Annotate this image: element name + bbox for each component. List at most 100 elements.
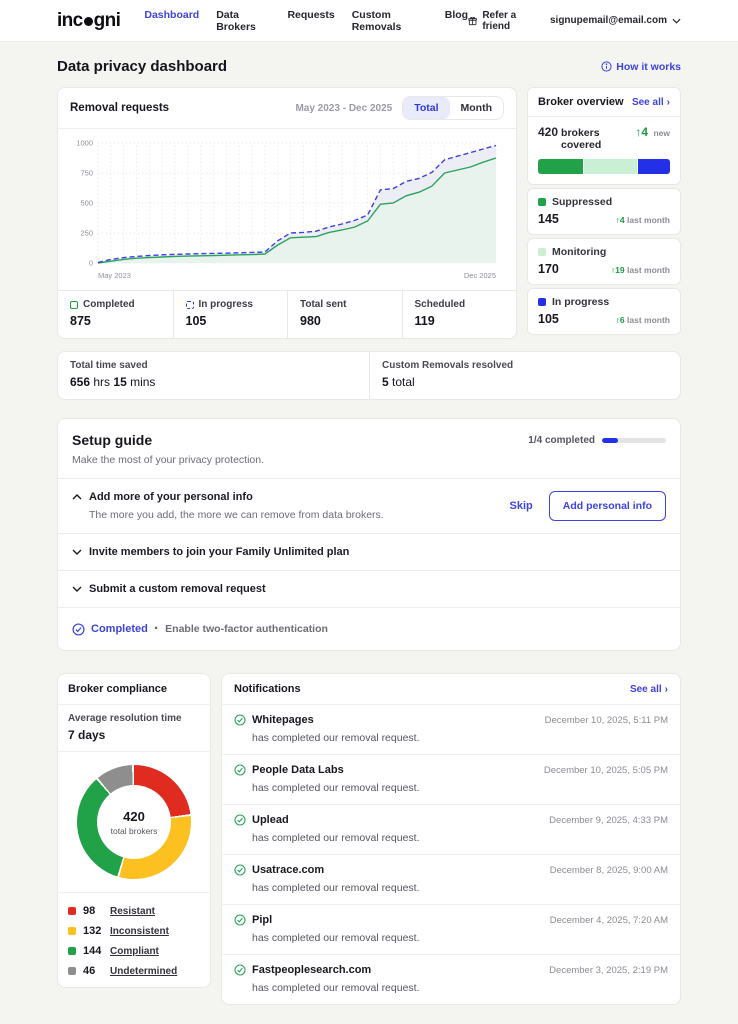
notification-row[interactable]: Usatrace.com December 8, 2025, 9:00 AM h… (222, 855, 680, 905)
stat-label: Total sent (300, 299, 346, 310)
compliant-swatch-icon (68, 947, 76, 955)
toggle-total[interactable]: Total (403, 97, 449, 119)
time-saved-hours: 656 (70, 375, 90, 389)
stat-label: In progress (199, 299, 253, 310)
skip-button[interactable]: Skip (510, 500, 533, 512)
notification-row[interactable]: People Data Labs December 10, 2025, 5:05… (222, 755, 680, 805)
setup-item-description: The more you add, the more we can remove… (89, 509, 384, 521)
refer-a-friend-label: Refer a friend (482, 10, 532, 32)
incogni-logo[interactable]: incgni (57, 10, 120, 32)
chevron-up-icon[interactable] (72, 494, 82, 500)
stat-label: Completed (83, 299, 135, 310)
notification-row[interactable]: Whitepages December 10, 2025, 5:11 PM ha… (222, 705, 680, 755)
legend-value: 132 (83, 925, 103, 937)
nav-item-dashboard[interactable]: Dashboard (144, 9, 199, 33)
svg-text:500: 500 (80, 199, 93, 208)
svg-text:750: 750 (80, 169, 93, 178)
nav-item-custom-removals[interactable]: Custom Removals (352, 9, 428, 33)
stat-completed: Completed 875 (58, 291, 173, 338)
section-delta-suffix: last month (627, 215, 670, 225)
suppressed-swatch-icon (538, 198, 546, 206)
setup-progress-fill (602, 438, 618, 443)
completed-title: Enable two-factor authentication (165, 623, 328, 635)
svg-text:0: 0 (89, 259, 93, 268)
setup-item-add-personal-info[interactable]: Add more of your personal info The more … (58, 478, 680, 533)
chart-stats-row: Completed 875 In progress 105 Total sent… (58, 290, 516, 338)
account-email: signupemail@email.com (550, 15, 667, 26)
add-personal-info-button[interactable]: Add personal info (549, 491, 666, 521)
check-circle-icon (72, 623, 85, 636)
logo-text-pre: inc (57, 10, 83, 32)
how-it-works-link[interactable]: How it works (601, 61, 681, 73)
broker-overview-see-all-link[interactable]: See all› (632, 97, 670, 108)
monitoring-section: Monitoring 170 ↑19 last month (527, 238, 681, 285)
setup-item-invite-members[interactable]: Invite members to join your Family Unlim… (58, 533, 680, 570)
stat-scheduled: Scheduled 119 (402, 291, 517, 338)
section-value: 145 (538, 212, 559, 226)
dot-separator: · (154, 620, 159, 638)
notification-row[interactable]: Uplead December 9, 2025, 4:33 PM has com… (222, 805, 680, 855)
covered-bar-segment-1 (584, 159, 637, 174)
notifications-card: Notifications See all› Whitepages Decemb… (221, 673, 681, 1005)
setup-item-custom-removal[interactable]: Submit a custom removal request (58, 570, 680, 607)
see-all-label: See all (630, 684, 662, 695)
legend-label-link[interactable]: Compliant (110, 946, 159, 957)
in-progress-swatch-icon (538, 298, 546, 306)
section-delta: 19 (615, 265, 624, 275)
section-delta: 4 (620, 215, 625, 225)
notification-broker-name: People Data Labs (252, 764, 344, 776)
notification-date: December 8, 2025, 9:00 AM (550, 865, 668, 876)
legend-label-link[interactable]: Undetermined (110, 966, 177, 977)
notification-broker-name: Pipl (252, 914, 272, 926)
legend-row-inconsistent: 132 Inconsistent (68, 925, 200, 937)
total-time-saved-cell: Total time saved 656 hrs 15 mins (58, 352, 369, 399)
chevron-down-icon (672, 18, 681, 24)
monitoring-swatch-icon (538, 248, 546, 256)
chevron-down-icon[interactable] (72, 586, 82, 592)
donut-center-label: total brokers (111, 826, 158, 836)
donut-center-value: 420 (123, 809, 145, 824)
section-label: Monitoring (552, 246, 606, 258)
covered-bar-segment-0 (538, 159, 583, 174)
svg-text:Dec 2025: Dec 2025 (464, 271, 496, 280)
broker-overview-panel: Broker overview See all› 420 brokers cov… (527, 87, 681, 339)
stat-value: 105 (186, 314, 276, 328)
brokers-covered-value: 420 (538, 125, 558, 139)
check-circle-icon (234, 764, 246, 776)
notification-date: December 10, 2025, 5:05 PM (544, 765, 668, 776)
chart-date-range: May 2023 - Dec 2025 (295, 103, 392, 114)
notifications-see-all-link[interactable]: See all› (630, 684, 668, 695)
removal-requests-card: Removal requests May 2023 - Dec 2025 Tot… (57, 87, 517, 339)
nav-item-requests[interactable]: Requests (287, 9, 334, 33)
notification-date: December 3, 2025, 2:19 PM (549, 965, 668, 976)
chevron-right-icon: › (667, 97, 670, 108)
section-value: 105 (538, 312, 559, 326)
compliance-donut: 420 total brokers (77, 765, 191, 879)
svg-text:May 2023: May 2023 (98, 271, 131, 280)
custom-removals-resolved-cell: Custom Removals resolved 5 total (369, 352, 680, 399)
check-circle-icon (234, 814, 246, 826)
legend-label-link[interactable]: Resistant (110, 906, 155, 917)
undetermined-swatch-icon (68, 967, 76, 975)
custom-removals-value: 5 (382, 375, 389, 389)
completed-square-icon (70, 301, 78, 309)
notification-row[interactable]: Pipl December 4, 2025, 7:20 AM has compl… (222, 905, 680, 955)
resolution-value: 7 days (68, 728, 200, 742)
legend-row-undetermined: 46 Undetermined (68, 965, 200, 977)
nav-item-data-brokers[interactable]: Data Brokers (216, 9, 270, 33)
legend-value: 98 (83, 905, 103, 917)
brokers-covered-section: 420 brokers covered ↑4 new (528, 117, 680, 184)
refer-a-friend-button[interactable]: Refer a friend (468, 10, 532, 32)
chevron-down-icon[interactable] (72, 549, 82, 555)
nav-item-blog[interactable]: Blog (445, 9, 468, 33)
check-circle-icon (234, 914, 246, 926)
svg-text:1000: 1000 (76, 139, 93, 148)
notification-row[interactable]: Fastpeoplesearch.com December 3, 2025, 2… (222, 955, 680, 1004)
toggle-month[interactable]: Month (450, 97, 504, 119)
account-menu[interactable]: signupemail@email.com (550, 15, 681, 26)
stat-total-sent: Total sent 980 (287, 291, 402, 338)
stat-value: 875 (70, 314, 161, 328)
legend-label-link[interactable]: Inconsistent (110, 926, 169, 937)
check-circle-icon (234, 864, 246, 876)
notification-broker-name: Usatrace.com (252, 864, 324, 876)
